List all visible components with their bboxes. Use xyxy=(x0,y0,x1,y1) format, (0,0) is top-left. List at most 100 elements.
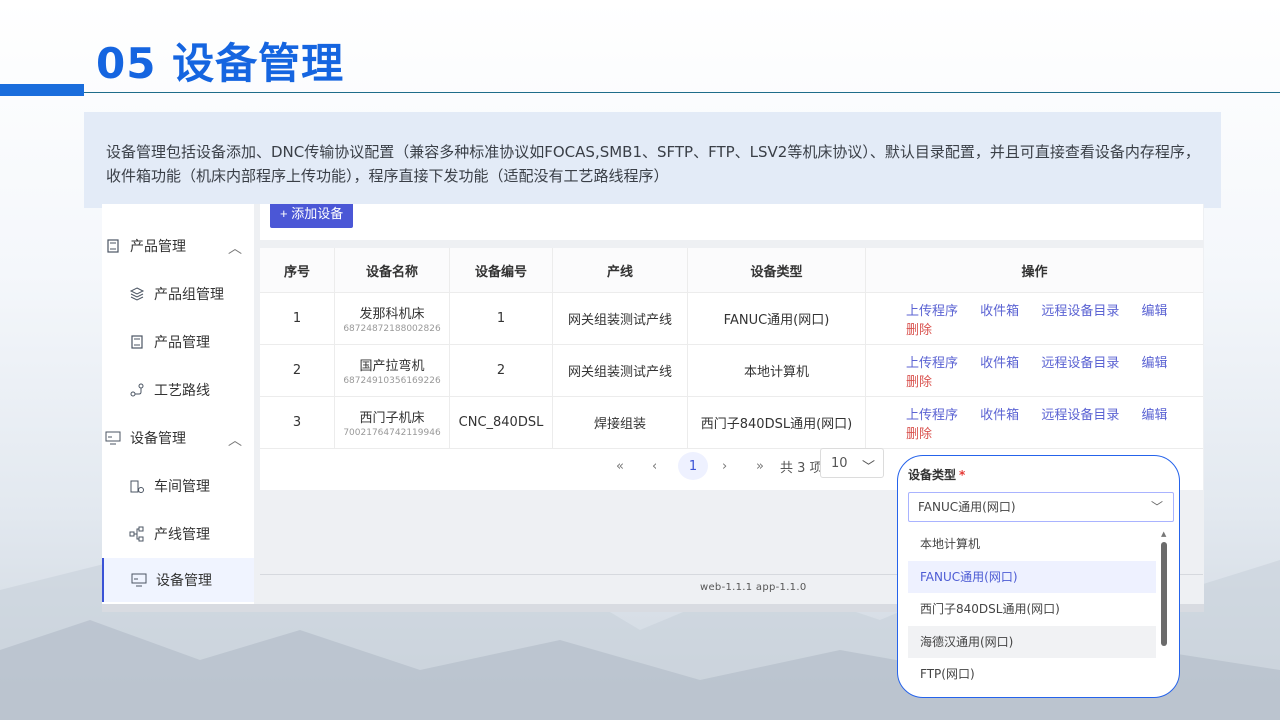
upload-program-link[interactable]: 上传程序 xyxy=(906,408,958,423)
actions-cell: 上传程序 收件箱 远程设备目录 编辑 删除 xyxy=(865,344,1203,397)
column-header: 产线 xyxy=(552,248,688,293)
inbox-link[interactable]: 收件箱 xyxy=(980,356,1019,371)
required-mark: * xyxy=(959,468,966,482)
device-name: 国产拉弯机 xyxy=(359,359,425,374)
column-header: 序号 xyxy=(260,248,335,293)
device-type-dropdown-callout: 设备类型 * FANUC通用(网口) ﹀ 本地计算机 FANUC通用(网口) 西门… xyxy=(897,455,1180,698)
sidebar-item-label: 车间管理 xyxy=(154,479,210,495)
page-size-value: 10 xyxy=(831,455,848,471)
sidebar-item-label: 工艺路线 xyxy=(154,383,210,399)
sidebar-item-label: 产品管理 xyxy=(154,335,210,351)
column-header: 设备名称 xyxy=(334,248,450,293)
sidebar-item-label: 产品组管理 xyxy=(154,287,224,303)
total-count: 共 3 项 xyxy=(780,460,823,476)
device-serial: 70021764742119946 xyxy=(343,428,441,438)
column-header: 设备编号 xyxy=(449,248,553,293)
device-type-options: 本地计算机 FANUC通用(网口) 西门子840DSL通用(网口) 海德汉通用(… xyxy=(908,528,1158,691)
device-type: 本地计算机 xyxy=(687,344,866,397)
title-underline xyxy=(84,92,1280,93)
page-size-select[interactable]: 10 ﹀ xyxy=(820,448,884,478)
document-icon xyxy=(128,333,146,351)
remote-directory-link[interactable]: 远程设备目录 xyxy=(1041,408,1119,423)
option-heidenhain[interactable]: 海德汉通用(网口) xyxy=(908,625,1156,658)
sidebar-item-production-line[interactable]: 产线管理 xyxy=(102,512,254,556)
edit-link[interactable]: 编辑 xyxy=(1141,304,1167,319)
device-code: 1 xyxy=(449,292,553,345)
edit-link[interactable]: 编辑 xyxy=(1141,356,1167,371)
device-name: 发那科机床 xyxy=(359,307,425,322)
option-local-computer[interactable]: 本地计算机 xyxy=(908,528,1156,560)
sidebar-item-product[interactable]: 产品管理 xyxy=(102,320,254,364)
sidebar-item-label: 产品管理 xyxy=(130,239,186,255)
layers-icon xyxy=(128,285,146,303)
delete-link[interactable]: 删除 xyxy=(906,323,932,338)
column-header: 设备类型 xyxy=(687,248,866,293)
chevron-up-icon: ︿ xyxy=(228,241,242,257)
row-index: 1 xyxy=(260,292,335,345)
device-serial: 68724872188002826 xyxy=(343,324,441,334)
device-name-cell: 发那科机床 68724872188002826 xyxy=(334,292,450,345)
upload-program-link[interactable]: 上传程序 xyxy=(906,356,958,371)
option-siemens-840dsl[interactable]: 西门子840DSL通用(网口) xyxy=(908,593,1156,625)
device-name-cell: 国产拉弯机 68724910356169226 xyxy=(334,344,450,397)
upload-program-link[interactable]: 上传程序 xyxy=(906,304,958,319)
sidebar-item-label: 设备管理 xyxy=(130,431,186,447)
device-type: FANUC通用(网口) xyxy=(687,292,866,345)
device-type-label: 设备类型 * xyxy=(908,466,965,483)
option-ftp[interactable]: FTP(网口) xyxy=(908,658,1156,690)
page-1-button[interactable]: 1 xyxy=(678,452,708,480)
sidebar-item-product-group[interactable]: 产品组管理 xyxy=(102,272,254,316)
chevron-down-icon: ﹀ xyxy=(1150,500,1163,514)
device-icon xyxy=(130,571,148,589)
sidebar-item-workshop[interactable]: 车间管理 xyxy=(102,464,254,508)
sidebar-group-device[interactable]: 设备管理 ︿ xyxy=(102,416,256,460)
scroll-up-arrow-icon[interactable]: ▲ xyxy=(1161,530,1166,538)
prev-page-button[interactable]: ‹ xyxy=(652,452,657,480)
device-type-selected-value: FANUC通用(网口) xyxy=(918,500,1016,514)
option-fanuc[interactable]: FANUC通用(网口) xyxy=(908,560,1156,593)
sidebar: ▔ 产品管理 ︿ 产品组管理 产品管理 工艺路线 设备管理 ︿ 车间管理 产线管… xyxy=(102,204,254,612)
device-type-label-text: 设备类型 xyxy=(908,468,957,482)
dropdown-scrollbar[interactable] xyxy=(1161,542,1167,646)
delete-link[interactable]: 删除 xyxy=(906,375,932,390)
device-type-select[interactable]: FANUC通用(网口) ﹀ xyxy=(908,492,1174,522)
production-line: 网关组装测试产线 xyxy=(552,344,688,397)
row-index: 2 xyxy=(260,344,335,397)
workshop-icon xyxy=(128,477,146,495)
device-serial: 68724910356169226 xyxy=(343,376,441,386)
inbox-link[interactable]: 收件箱 xyxy=(980,304,1019,319)
sidebar-item-device[interactable]: 设备管理 xyxy=(102,558,254,602)
sidebar-item-label: 设备管理 xyxy=(156,573,212,589)
device-name: 西门子机床 xyxy=(359,411,425,426)
title-accent-bar xyxy=(0,84,84,96)
column-header: 操作 xyxy=(865,248,1203,293)
sidebar-group-product[interactable]: 产品管理 ︿ xyxy=(102,224,256,268)
add-device-button[interactable]: + 添加设备 xyxy=(270,204,354,228)
next-page-button[interactable]: › xyxy=(722,452,727,480)
first-page-button[interactable]: « xyxy=(616,452,624,480)
remote-directory-link[interactable]: 远程设备目录 xyxy=(1041,304,1119,319)
edit-link[interactable]: 编辑 xyxy=(1141,408,1167,423)
document-icon xyxy=(104,237,122,255)
inbox-link[interactable]: 收件箱 xyxy=(980,408,1019,423)
table-header-row: 序号 设备名称 设备编号 产线 设备类型 操作 xyxy=(260,248,1203,293)
actions-cell: 上传程序 收件箱 远程设备目录 编辑 删除 xyxy=(865,292,1203,345)
chevron-up-icon: ︿ xyxy=(228,433,242,449)
remote-directory-link[interactable]: 远程设备目录 xyxy=(1041,356,1119,371)
line-tree-icon xyxy=(128,525,146,543)
device-code: 2 xyxy=(449,344,553,397)
sidebar-item-label: 产线管理 xyxy=(154,527,210,543)
last-page-button[interactable]: » xyxy=(756,452,764,480)
page-title: 05 设备管理 xyxy=(96,39,345,88)
description-text: 设备管理包括设备添加、DNC传输协议配置（兼容多种标准协议如FOCAS,SMB1… xyxy=(106,143,1200,185)
sidebar-item-route[interactable]: 工艺路线 xyxy=(102,368,254,412)
version-text: web-1.1.1 app-1.1.0 xyxy=(700,582,807,593)
route-icon xyxy=(128,381,146,399)
device-icon xyxy=(104,429,122,447)
table-row: 2 国产拉弯机 68724910356169226 2 网关组装测试产线 本地计… xyxy=(260,344,1203,397)
table-row: 1 发那科机床 68724872188002826 1 网关组装测试产线 FAN… xyxy=(260,292,1203,345)
production-line: 网关组装测试产线 xyxy=(552,292,688,345)
toolbar: + 添加设备 xyxy=(260,204,1203,240)
chevron-down-icon: ﹀ xyxy=(861,460,875,475)
sidebar-scroll-stub: ▔ xyxy=(128,204,138,213)
